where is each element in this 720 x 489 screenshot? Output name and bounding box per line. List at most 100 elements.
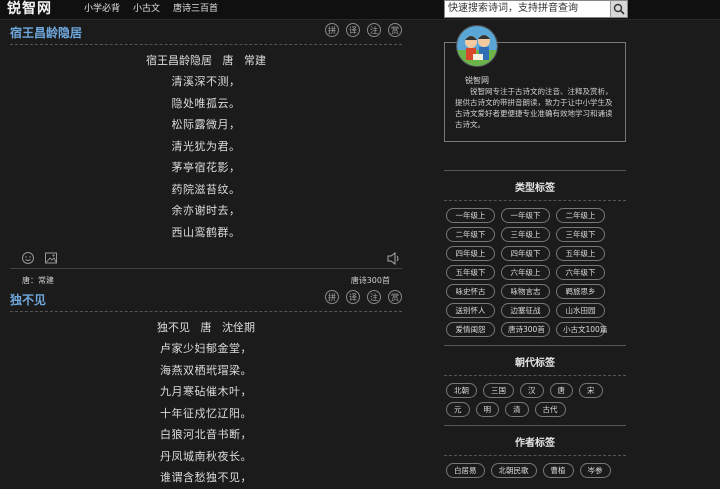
tag[interactable]: 二年级下 (446, 227, 495, 242)
site-profile-card: 锐智网 锐智网专注于古诗文的注音、注释及赏析，提供古诗文的带拼音朗读，致力于让中… (444, 25, 626, 142)
poem-line: 丹凤城南秋夜长。 (160, 449, 252, 463)
site-description: 锐智网专注于古诗文的注音、注释及赏析，提供古诗文的带拼音朗读，致力于让中小学生及… (455, 87, 613, 129)
poem-line: 清光犹为君。 (171, 139, 241, 153)
nav-link-primary-must-recite[interactable]: 小学必背 (84, 0, 120, 18)
top-bar: 锐智网 小学必背 小古文 唐诗三百首 (0, 0, 720, 20)
poem-actions (10, 250, 402, 269)
pinyin-button[interactable]: 拼 (325, 23, 339, 37)
poem-line: 余亦谢时去， (171, 204, 241, 217)
poem-line: 松际露微月， (171, 118, 241, 131)
poem-card: 独不见 拼 译 注 赏 独不见 唐 沈佺期 卢家少妇郁金堂， 海燕双栖玳瑁梁。 … (10, 287, 402, 489)
type-tags-section: 类型标签 一年级上 一年级下 二年级上 二年级下 三年级上 三年级下 四年级上 … (444, 170, 626, 345)
tag[interactable]: 四年级上 (446, 246, 495, 261)
tag[interactable]: 小古文100篇 (556, 322, 607, 337)
poem-line: 茅亭宿花影， (171, 161, 241, 174)
poem-line: 卢家少妇郁金堂， (160, 342, 252, 355)
tag[interactable]: 宋 (579, 383, 603, 398)
annotate-button[interactable]: 注 (367, 23, 381, 37)
poem-card: 宿王昌龄隐居 拼 译 注 赏 宿王昌龄隐居 唐 常建 清溪深不测， 隐处唯孤云。… (10, 20, 402, 287)
poem-line: 九月寒砧催木叶， (160, 385, 252, 398)
search-input[interactable] (445, 1, 609, 15)
poem-tools: 拼 译 注 赏 (325, 23, 402, 37)
tag[interactable]: 三年级下 (556, 227, 605, 242)
tag[interactable]: 北朝民歌 (490, 463, 537, 478)
poem-title[interactable]: 宿王昌龄隐居 (10, 24, 82, 41)
pinyin-button[interactable]: 拼 (325, 290, 339, 304)
poem-line: 十年征戍忆辽阳。 (160, 406, 252, 420)
poem-line: 谁谓含愁独不见， (160, 471, 252, 484)
translate-button[interactable]: 译 (346, 23, 360, 37)
poem-line: 隐处唯孤云。 (171, 96, 241, 110)
sidebar: 锐智网 锐智网专注于古诗文的注音、注释及赏析，提供古诗文的带拼音朗读，致力于让中… (444, 20, 626, 486)
appreciate-button[interactable]: 赏 (388, 290, 402, 304)
tag[interactable]: 北朝 (446, 383, 477, 398)
tag[interactable]: 岑参 (579, 463, 611, 478)
tag[interactable]: 边塞征战 (501, 303, 550, 318)
poem-meta: 唐：常建 唐诗300首 (10, 269, 402, 287)
poem-line: 药院滋苔纹。 (171, 182, 241, 196)
tag[interactable]: 唐诗300首 (501, 322, 550, 337)
tag[interactable]: 咏物言志 (501, 284, 550, 299)
section-title: 类型标签 (444, 170, 626, 201)
section-title: 朝代标签 (444, 345, 626, 376)
poem-collection-link[interactable]: 唐诗300首 (351, 275, 390, 286)
tag[interactable]: 四年级下 (501, 246, 550, 261)
poem-body: 宿王昌龄隐居 唐 常建 清溪深不测， 隐处唯孤云。 松际露微月， 清光犹为君。 … (10, 50, 402, 243)
tag[interactable]: 五年级下 (446, 265, 495, 280)
search-box (444, 0, 628, 18)
section-title: 作者标签 (444, 425, 626, 456)
tag[interactable]: 咏史怀古 (446, 284, 495, 299)
poem-header: 独不见 拼 译 注 赏 (10, 287, 402, 312)
dynasty-tags-section: 朝代标签 北朝 三国 汉 唐 宋 元 明 清 古代 (444, 345, 626, 425)
tag[interactable]: 三年级上 (501, 227, 550, 242)
main-nav: 小学必背 小古文 唐诗三百首 (84, 0, 218, 18)
image-icon[interactable] (44, 251, 58, 265)
tag[interactable]: 六年级下 (556, 265, 605, 280)
tag[interactable]: 白居易 (446, 463, 485, 478)
tag[interactable]: 一年级上 (446, 208, 495, 223)
tag-list: 北朝 三国 汉 唐 宋 元 明 清 古代 (444, 376, 626, 425)
site-name: 锐智网 (465, 76, 489, 85)
tag[interactable]: 五年级上 (556, 246, 605, 261)
translate-button[interactable]: 译 (346, 290, 360, 304)
tag[interactable]: 清 (505, 402, 529, 417)
tag[interactable]: 爱情闺怨 (446, 322, 495, 337)
nav-link-tang-300[interactable]: 唐诗三百首 (173, 0, 218, 18)
search-icon (613, 3, 625, 15)
poem-line: 清溪深不测， (171, 75, 241, 88)
poem-title[interactable]: 独不见 (10, 291, 46, 308)
poem-line: 白狼河北音书断， (160, 428, 252, 441)
poem-tools: 拼 译 注 赏 (325, 290, 402, 304)
poem-byline: 独不见 唐 沈佺期 (157, 321, 255, 334)
tag[interactable]: 古代 (534, 402, 566, 417)
tag[interactable]: 三国 (483, 383, 514, 398)
poem-list: 宿王昌龄隐居 拼 译 注 赏 宿王昌龄隐居 唐 常建 清溪深不测， 隐处唯孤云。… (10, 20, 402, 489)
tag[interactable]: 六年级上 (501, 265, 550, 280)
tag[interactable]: 元 (446, 402, 470, 417)
nav-link-classical-prose[interactable]: 小古文 (133, 0, 160, 18)
tag[interactable]: 二年级上 (556, 208, 605, 223)
avatar-illustration-icon (457, 26, 497, 66)
site-logo[interactable]: 锐智网 (7, 0, 52, 18)
author-tags-section: 作者标签 白居易 北朝民歌 曹植 岑参 (444, 425, 626, 486)
tag[interactable]: 明 (475, 402, 499, 417)
smile-icon[interactable] (21, 251, 35, 265)
tag[interactable]: 一年级下 (501, 208, 550, 223)
tag-list: 一年级上 一年级下 二年级上 二年级下 三年级上 三年级下 四年级上 四年级下 … (444, 201, 626, 345)
poem-author-link[interactable]: 唐：常建 (22, 275, 54, 286)
site-avatar (456, 25, 498, 67)
tag[interactable]: 唐 (549, 383, 573, 398)
tag-list: 白居易 北朝民歌 曹植 岑参 (444, 456, 626, 486)
tag[interactable]: 汉 (520, 383, 544, 398)
appreciate-button[interactable]: 赏 (388, 23, 402, 37)
speaker-icon[interactable] (386, 251, 402, 266)
poem-line: 海燕双栖玳瑁梁。 (160, 363, 252, 377)
tag[interactable]: 送别怀人 (446, 303, 495, 318)
search-button[interactable] (610, 1, 627, 17)
tag[interactable]: 山水田园 (556, 303, 605, 318)
poem-line: 西山鸾鹤群。 (171, 225, 241, 239)
tag[interactable]: 羁旅思乡 (556, 284, 605, 299)
annotate-button[interactable]: 注 (367, 290, 381, 304)
tag[interactable]: 曹植 (542, 463, 574, 478)
poem-byline: 宿王昌龄隐居 唐 常建 (146, 54, 266, 67)
